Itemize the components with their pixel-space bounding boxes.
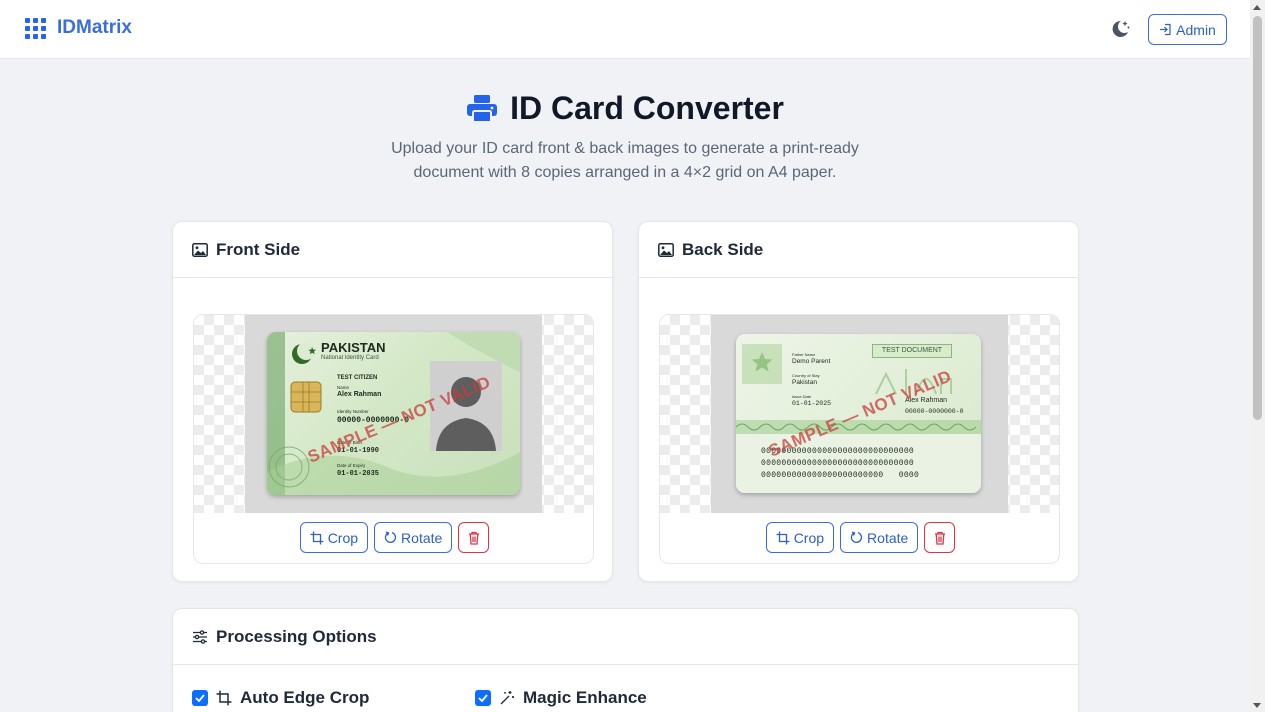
front-side-title: Front Side	[216, 239, 301, 259]
front-side-header: Front Side	[173, 222, 612, 278]
front-preview-area[interactable]: PAKISTAN National Identity Card TEST CIT…	[193, 314, 594, 564]
back-father: Demo Parent	[792, 358, 831, 365]
back-delete-button[interactable]	[924, 522, 956, 553]
magic-enhance-label: Magic Enhance	[523, 688, 647, 707]
subtitle-line-1: Upload your ID card front & back images …	[391, 140, 859, 157]
rotate-icon	[850, 531, 863, 543]
subtitle-line-2: document with 8 copies arranged in a 4×2…	[413, 164, 837, 181]
card-country: PAKISTAN	[321, 340, 386, 355]
back-side-header: Back Side	[639, 222, 1078, 278]
back-rotate-button[interactable]: Rotate	[840, 522, 919, 553]
admin-label: Admin	[1176, 21, 1216, 38]
magic-wand-icon	[500, 691, 514, 705]
auto-edge-crop-option[interactable]: Auto Edge Crop	[192, 688, 369, 708]
card-doc-type: National Identity Card	[321, 355, 379, 361]
back-crop-button[interactable]: Crop	[765, 522, 835, 553]
back-id-number: 00000-0000000-0	[905, 408, 964, 415]
login-icon	[1160, 23, 1171, 36]
front-id-card-image: PAKISTAN National Identity Card TEST CIT…	[267, 332, 520, 495]
back-side-title: Back Side	[682, 239, 764, 259]
back-country: Pakistan	[792, 379, 817, 386]
mrz-line-2: 000000000000000000000000000000	[761, 459, 915, 468]
page-header: ID Card Converter	[0, 90, 1250, 127]
check-icon	[195, 694, 205, 702]
trash-icon	[934, 531, 945, 545]
front-image-preview: PAKISTAN National Identity Card TEST CIT…	[245, 315, 542, 513]
card-line1: TEST CITIZEN	[337, 375, 378, 381]
back-issue-label: Issue Date	[792, 394, 812, 399]
front-actions: Crop Rotate	[194, 522, 593, 553]
processing-options-title: Processing Options	[216, 626, 377, 646]
crop-icon	[776, 531, 790, 544]
crop-icon	[216, 690, 232, 706]
auto-edge-crop-label: Auto Edge Crop	[240, 688, 370, 707]
back-issue: 01-01-2025	[792, 400, 832, 407]
scroll-up-arrow-icon[interactable]	[1253, 5, 1261, 10]
crop-icon	[310, 531, 324, 544]
grid-icon	[25, 17, 46, 39]
image-icon	[658, 242, 674, 257]
card-expiry: 01-01-2035	[337, 470, 380, 478]
scroll-down-arrow-icon[interactable]	[1253, 703, 1261, 708]
moon-icon	[1112, 20, 1130, 37]
navbar: IDMatrix Admin	[0, 0, 1250, 59]
back-id-card-image: TEST DOCUMENT Father Name Demo Parent Co…	[736, 334, 981, 493]
back-country-label: Country of Stay	[792, 373, 820, 378]
front-rotate-button[interactable]: Rotate	[374, 522, 453, 553]
admin-login-button[interactable]: Admin	[1148, 14, 1227, 45]
brand-name: IDMatrix	[57, 17, 132, 38]
back-badge: TEST DOCUMENT	[872, 344, 952, 358]
card-name-label: Name	[337, 385, 350, 390]
front-delete-button[interactable]	[458, 522, 490, 553]
front-side-card: Front Side PAKISTAN National Identity Ca…	[172, 221, 613, 582]
back-image-preview: TEST DOCUMENT Father Name Demo Parent Co…	[711, 315, 1008, 513]
back-preview-area[interactable]: TEST DOCUMENT Father Name Demo Parent Co…	[659, 314, 1060, 564]
page-subtitle: Upload your ID card front & back images …	[350, 137, 900, 185]
scroll-thumb[interactable]	[1253, 16, 1262, 420]
processing-options-card: Processing Options Auto Edge Crop Magic …	[172, 608, 1079, 712]
back-father-label: Father Name	[792, 352, 816, 357]
card-id-label: Identity Number	[337, 409, 369, 414]
front-crop-label: Crop	[327, 529, 359, 546]
theme-toggle-button[interactable]	[1109, 18, 1131, 40]
magic-enhance-option[interactable]: Magic Enhance	[475, 688, 647, 708]
mrz-line-3: 000000000000000000000000 0000	[761, 471, 920, 480]
magic-enhance-checkbox[interactable]	[475, 690, 491, 706]
card-name: Alex Rahman	[337, 391, 382, 398]
front-rotate-label: Rotate	[401, 529, 443, 546]
back-rotate-label: Rotate	[867, 529, 909, 546]
card-expiry-label: Date of Expiry	[337, 463, 366, 468]
rotate-icon	[384, 531, 397, 543]
processing-options-header: Processing Options	[173, 609, 1078, 665]
page-title: ID Card Converter	[510, 90, 784, 126]
brand-link[interactable]: IDMatrix	[25, 17, 132, 39]
auto-edge-crop-checkbox[interactable]	[192, 690, 208, 706]
back-actions: Crop Rotate	[660, 522, 1059, 553]
printer-icon	[467, 94, 498, 123]
sliders-icon	[193, 629, 207, 644]
check-icon	[478, 694, 488, 702]
page-scrollbar[interactable]	[1250, 0, 1265, 712]
image-icon	[192, 242, 208, 257]
trash-icon	[468, 531, 479, 545]
back-crop-label: Crop	[793, 529, 825, 546]
back-side-card: Back Side TEST DOCUMENT Father Name Demo…	[638, 221, 1079, 582]
front-crop-button[interactable]: Crop	[299, 522, 369, 553]
